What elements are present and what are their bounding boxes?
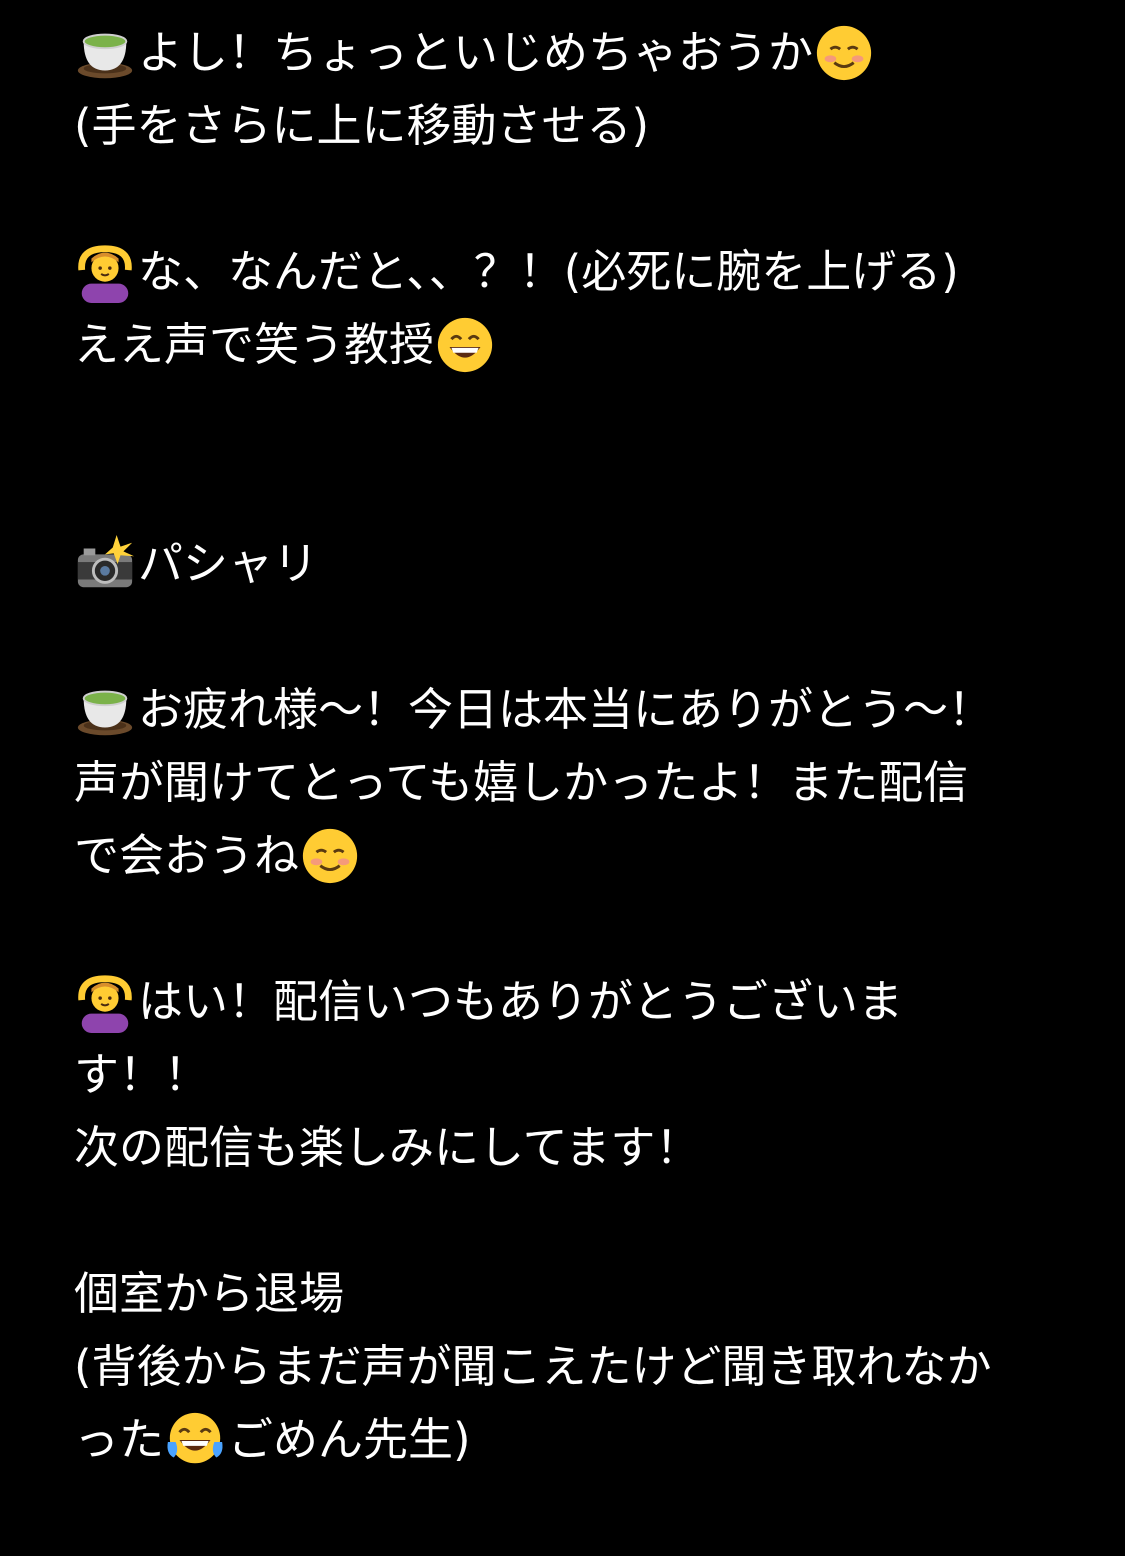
teacup-icon (74, 22, 136, 84)
text-line: な、なんだと、、？！(必死に腕を上げる) (74, 235, 1064, 308)
text-line: (手をさらに上に移動させる) (74, 89, 1064, 162)
text-line: 次の配信も楽しみにしてます！ (74, 1111, 1064, 1184)
text-line: ええ声で笑う教授 (74, 308, 1064, 381)
text-line: 個室から退場 (74, 1257, 1064, 1330)
text-line: す！！ (74, 1038, 1064, 1111)
line-text: 声が聞けてとっても嬉しかったよ！また配信 (74, 756, 969, 809)
line-text: ええ声で笑う教授 (74, 318, 435, 371)
text-line: はい！配信いつもありがとうございま (74, 965, 1064, 1038)
line-text: った (74, 1413, 165, 1466)
line-text: 個室から退場 (74, 1267, 345, 1320)
text-line: で会おうね (74, 819, 1064, 892)
line-text: ごめん先生) (228, 1413, 471, 1466)
line-text: す！！ (74, 1048, 210, 1101)
note-text: よし！ちょっといじめちゃおうか (手をさらに上に移動させる) な、なんだと、、？… (74, 16, 1064, 1476)
line-text: で会おうね (74, 829, 300, 882)
text-line: パシャリ (74, 527, 1064, 600)
camera-with-flash-icon (74, 533, 136, 595)
teacup-icon (74, 679, 136, 741)
line-text: パシャリ (138, 537, 319, 590)
text-line: 声が聞けてとっても嬉しかったよ！また配信 (74, 746, 1064, 819)
line-text: よし！ちょっといじめちゃおうか (138, 26, 814, 79)
line-text: な、なんだと、、？！(必死に腕を上げる) (138, 245, 959, 298)
smiling-face-icon (299, 825, 361, 887)
line-text: (手をさらに上に移動させる) (74, 99, 650, 152)
woman-gesturing-ok-icon (74, 241, 136, 303)
woman-gesturing-ok-icon (74, 971, 136, 1033)
smiling-face-icon (813, 22, 875, 84)
text-line: った ごめん先生) (74, 1403, 1064, 1476)
line-text: お疲れ様〜！今日は本当にありがとう〜！ (138, 683, 994, 736)
line-text: 次の配信も楽しみにしてます！ (74, 1121, 701, 1174)
text-line: (背後からまだ声が聞こえたけど聞き取れなか (74, 1330, 1064, 1403)
grinning-face-icon (434, 314, 496, 376)
text-line: よし！ちょっといじめちゃおうか (74, 16, 1064, 89)
text-line: お疲れ様〜！今日は本当にありがとう〜！ (74, 673, 1064, 746)
line-text: はい！配信いつもありがとうございま (138, 975, 904, 1028)
face-with-tears-of-joy-icon (164, 1409, 226, 1471)
line-text: (背後からまだ声が聞こえたけど聞き取れなか (74, 1340, 992, 1393)
